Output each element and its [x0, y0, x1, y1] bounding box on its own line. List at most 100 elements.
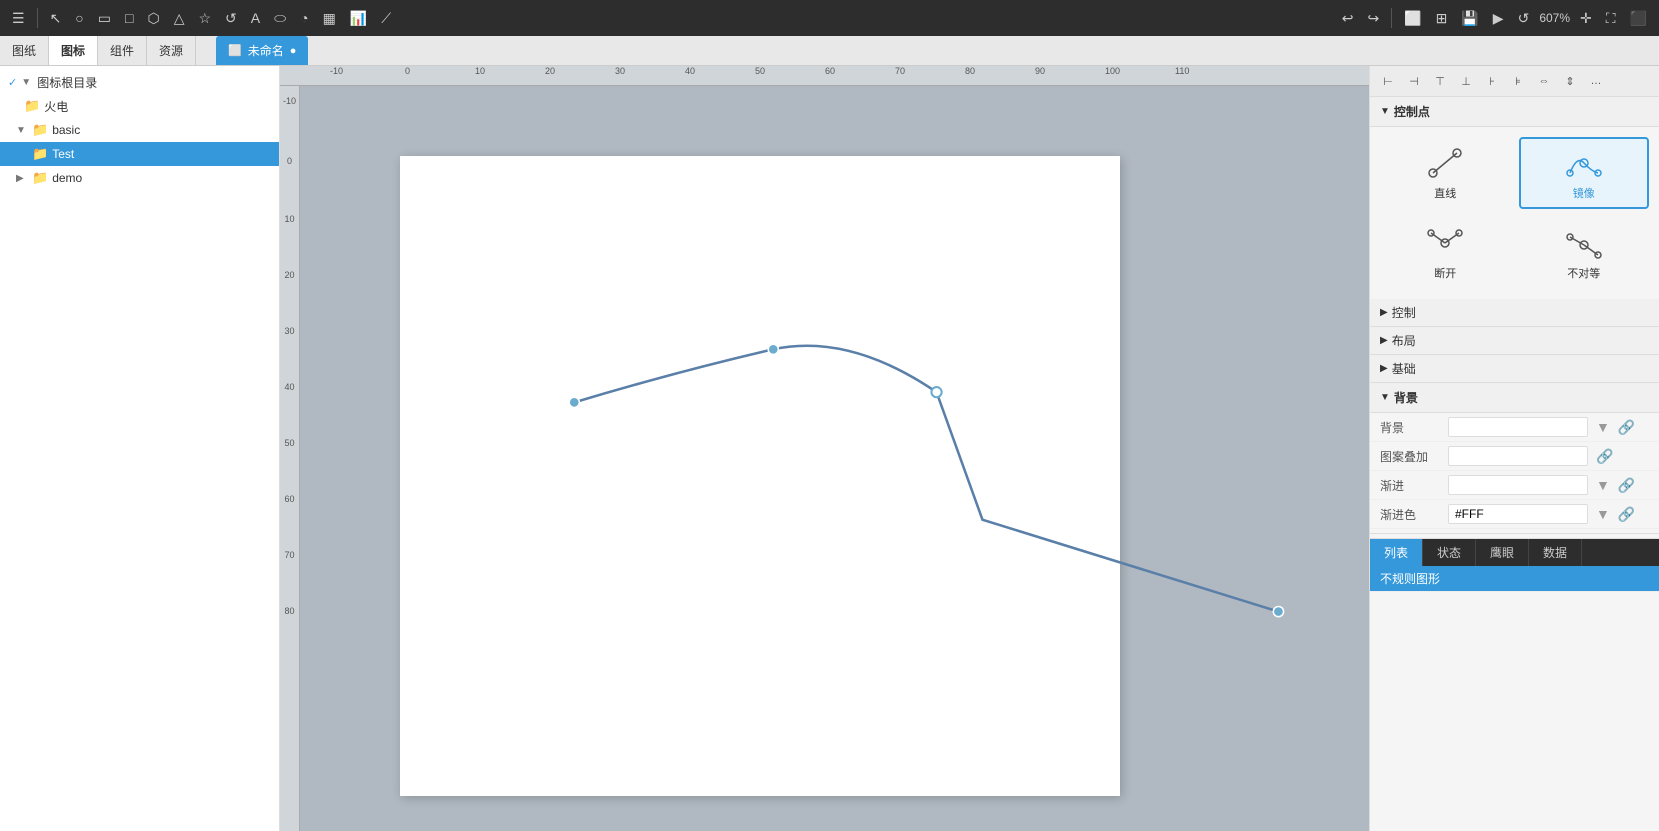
prop-pattern-label: 图案叠加 [1380, 448, 1440, 465]
top-toolbar: ☰ ↖ ○ ▭ □ ⬡ △ ☆ ↺ A ⬭ ◔ ▦ 📊 ⟋ ↩ ↪ ⬜ ⊞ 💾 … [0, 0, 1659, 36]
bar-tool-icon[interactable]: ▦ [319, 7, 340, 30]
cp-asymm[interactable]: 不对等 [1519, 217, 1650, 289]
line-tool-icon[interactable]: ⟋ [377, 7, 395, 30]
tab-data-label: 数据 [1543, 546, 1567, 560]
prop-separator [1370, 533, 1659, 534]
cp-grid: 直线 镜像 [1370, 127, 1659, 299]
bg-section-label: 背景 [1394, 389, 1418, 406]
canvas-area[interactable]: -10 0 10 20 30 40 50 60 70 80 90 100 110… [280, 66, 1369, 831]
ruler-v-80: 80 [284, 606, 294, 616]
layout-arrow: ▶ [1380, 335, 1388, 346]
test-label: Test [52, 147, 74, 161]
undo-button[interactable]: ↩ [1338, 7, 1358, 30]
tree-area: ✓ ▼ 图标根目录 📁 火电 ▼ 📁 basic 📁 Test ▶ [0, 66, 279, 831]
prop-gradient-label: 渐进 [1380, 477, 1440, 494]
save-icon[interactable]: 💾 [1457, 7, 1482, 30]
tab-list[interactable]: 列表 [1370, 539, 1423, 566]
curve-tool-icon[interactable]: ↺ [221, 7, 241, 30]
prop-gradient-dropdown[interactable]: ▼ [1596, 477, 1610, 493]
cp-mirror[interactable]: 镜像 [1519, 137, 1650, 209]
more-align-btn[interactable]: … [1584, 70, 1608, 92]
dist-v-btn[interactable]: ⇕ [1558, 70, 1582, 92]
prop-gradient-color-input[interactable] [1448, 504, 1588, 524]
cp-straight-label: 直线 [1434, 185, 1456, 201]
ruler-vertical: -10 0 10 20 30 40 50 60 70 80 [280, 86, 300, 831]
prop-pattern-input[interactable] [1448, 446, 1588, 466]
tab-status[interactable]: 状态 [1423, 539, 1476, 566]
folder-icon-basic: 📁 [32, 122, 48, 138]
prop-gradient-input[interactable] [1448, 475, 1588, 495]
chart-tool-icon[interactable]: 📊 [346, 7, 371, 30]
ruler-h-100: 100 [1105, 66, 1120, 76]
layout-section[interactable]: ▶ 布局 [1370, 327, 1659, 355]
tab-tuzhi[interactable]: 图纸 [0, 36, 49, 65]
redo-button[interactable]: ↪ [1363, 7, 1383, 30]
dist-h-btn[interactable]: ⇔ [1532, 70, 1556, 92]
align-toolbar: ⊢ ⊣ ⊤ ⊥ ⊦ ⊧ ⇔ ⇕ … [1370, 66, 1659, 97]
play-icon[interactable]: ▶ [1489, 7, 1508, 30]
circle-tool-icon[interactable]: ○ [71, 7, 87, 29]
cp-break[interactable]: 断开 [1380, 217, 1511, 289]
bg-section-arrow: ▼ [1380, 392, 1390, 403]
tab-nav: 图纸 图标 组件 资源 [0, 36, 196, 65]
canvas-inner[interactable] [300, 86, 1369, 831]
prop-bg-link[interactable]: 🔗 [1618, 419, 1635, 436]
tab-zujian[interactable]: 组件 [98, 36, 147, 65]
grid-icon[interactable]: ⊞ [1432, 7, 1452, 30]
cursor-icon[interactable]: ↖ [46, 7, 66, 30]
cp-section-header[interactable]: ▼ 控制点 [1370, 97, 1659, 127]
expand-icon[interactable]: ⛶ [1602, 7, 1620, 30]
clock-tool-icon[interactable]: ◔ [296, 7, 312, 29]
basic-section[interactable]: ▶ 基础 [1370, 355, 1659, 383]
prop-bg-dropdown[interactable]: ▼ [1596, 419, 1610, 435]
refresh-icon[interactable]: ↺ [1514, 7, 1534, 30]
bg-section-header[interactable]: ▼ 背景 [1370, 383, 1659, 413]
prop-pattern-link[interactable]: 🔗 [1596, 448, 1613, 465]
star-tool-icon[interactable]: ☆ [194, 7, 215, 30]
prop-pattern: 图案叠加 🔗 [1370, 442, 1659, 471]
hex-tool-icon[interactable]: ⬡ [143, 7, 163, 30]
align-vcenter-btn[interactable]: ⊦ [1480, 70, 1504, 92]
text-tool-icon[interactable]: A [247, 7, 264, 29]
cp-straight-icon [1425, 145, 1465, 181]
tab-eagle[interactable]: 鹰眼 [1476, 539, 1529, 566]
prop-gradient-link[interactable]: 🔗 [1618, 477, 1635, 494]
folder-icon-test: 📁 [32, 146, 48, 162]
menu-icon[interactable]: ☰ [8, 7, 29, 30]
rect2-tool-icon[interactable]: □ [121, 7, 137, 29]
control-label: 控制 [1392, 304, 1416, 321]
tree-item-root[interactable]: ✓ ▼ 图标根目录 [0, 70, 279, 94]
align-left-btn[interactable]: ⊢ [1376, 70, 1400, 92]
pill-tool-icon[interactable]: ⬭ [270, 7, 290, 30]
fullscreen-icon[interactable]: ⬛ [1626, 7, 1651, 30]
align-hcenter-btn[interactable]: ⊣ [1402, 70, 1426, 92]
tab-data[interactable]: 数据 [1529, 539, 1582, 566]
rect-tool-icon[interactable]: ▭ [94, 7, 115, 30]
main-tab-bar: 图纸 图标 组件 资源 ⬜ 未命名 ● [0, 36, 1659, 66]
align-right-btn[interactable]: ⊤ [1428, 70, 1452, 92]
tree-item-huodian[interactable]: 📁 火电 [0, 94, 279, 118]
tree-item-demo[interactable]: ▶ 📁 demo [0, 166, 279, 190]
prop-gradient-color-dropdown[interactable]: ▼ [1596, 506, 1610, 522]
prop-gradient-color-link[interactable]: 🔗 [1618, 506, 1635, 523]
ruler-h-80: 80 [965, 66, 975, 76]
select-rect-icon[interactable]: ⬜ [1400, 7, 1425, 30]
tree-item-test[interactable]: 📁 Test [0, 142, 279, 166]
demo-label: demo [52, 171, 82, 185]
cp-straight[interactable]: 直线 [1380, 137, 1511, 209]
zoom-plus-icon[interactable]: ✛ [1576, 7, 1596, 30]
ruler-h-20: 20 [545, 66, 555, 76]
active-doc-tab[interactable]: ⬜ 未命名 ● [216, 36, 308, 65]
tab-ziyuan[interactable]: 资源 [147, 36, 196, 65]
tree-item-basic[interactable]: ▼ 📁 basic [0, 118, 279, 142]
align-top-btn[interactable]: ⊥ [1454, 70, 1478, 92]
align-bottom-btn[interactable]: ⊧ [1506, 70, 1530, 92]
prop-bg-input[interactable] [1448, 417, 1588, 437]
list-item-irregular[interactable]: 不规则图形 [1370, 566, 1659, 592]
tri-tool-icon[interactable]: △ [170, 7, 189, 30]
control-section[interactable]: ▶ 控制 [1370, 299, 1659, 327]
ruler-v-10: 10 [284, 214, 294, 224]
folder-icon-huodian: 📁 [24, 98, 40, 114]
prop-bg-label: 背景 [1380, 419, 1440, 436]
tab-tubiao[interactable]: 图标 [49, 36, 98, 65]
